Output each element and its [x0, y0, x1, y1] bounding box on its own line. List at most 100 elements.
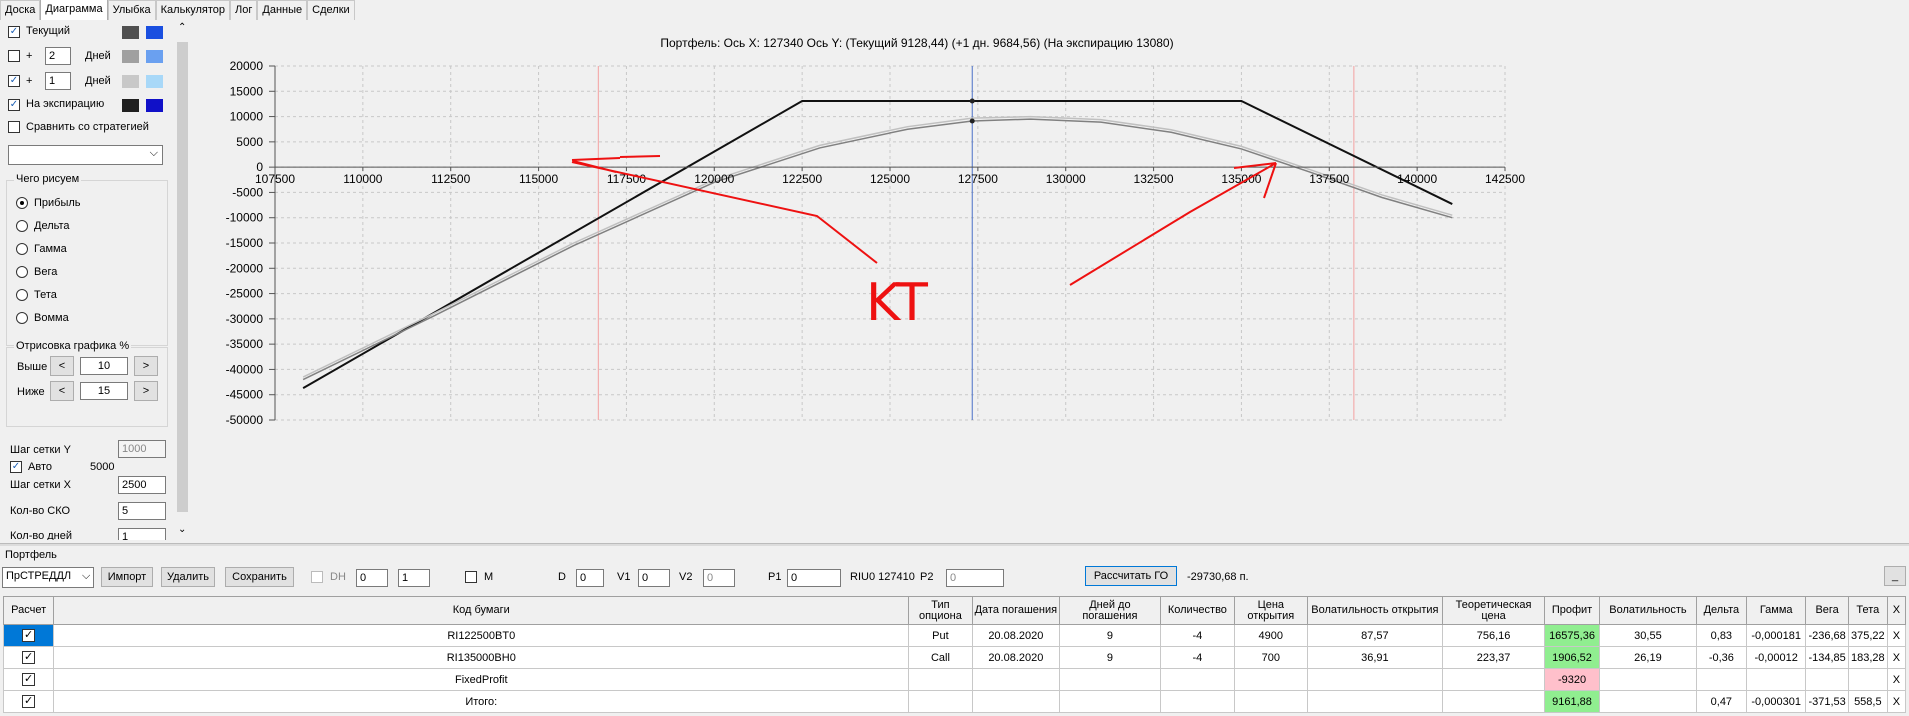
expiry-color-b[interactable]	[146, 99, 163, 112]
calc-checkbox[interactable]: ✓	[22, 629, 36, 642]
column-header[interactable]: Дата погашения	[971, 596, 1061, 625]
column-header[interactable]: Волатильность	[1599, 596, 1697, 625]
table-cell	[1306, 690, 1444, 713]
tab-diagram[interactable]: Диаграмма	[40, 0, 108, 21]
calc-checkbox-cell[interactable]: ✓	[2, 690, 55, 713]
dh-input-1[interactable]: 0	[356, 569, 388, 587]
above-decrease-button[interactable]: <	[50, 356, 74, 376]
dh-checkbox[interactable]	[311, 571, 323, 583]
calculate-go-button[interactable]: Рассчитать ГО	[1085, 566, 1177, 586]
tab-data[interactable]: Данные	[257, 0, 308, 20]
splitter[interactable]	[0, 543, 1909, 546]
column-header[interactable]: Цена открытия	[1234, 596, 1308, 625]
column-header[interactable]: Вега	[1805, 596, 1849, 625]
radio-delta[interactable]	[16, 220, 28, 232]
dh-input-2[interactable]: 1	[398, 569, 430, 587]
portfolio-select[interactable]: ПрСТРЕДДЛ	[2, 567, 94, 588]
column-header[interactable]: Дней до погашения	[1059, 596, 1161, 625]
column-header[interactable]: Количество	[1159, 596, 1236, 625]
calc-checkbox[interactable]: ✓	[22, 651, 36, 664]
expiry-checkbox[interactable]: ✓	[8, 99, 20, 111]
p1-input[interactable]: 0	[787, 569, 841, 587]
import-button[interactable]: Импорт	[101, 567, 153, 587]
column-header[interactable]: Тип опциона	[908, 596, 973, 625]
sko-input[interactable]: 5	[118, 502, 166, 520]
tab-log[interactable]: Лог	[230, 0, 258, 20]
column-header[interactable]: Расчет	[2, 596, 55, 625]
remove-row-button[interactable]: X	[1886, 690, 1907, 713]
profit-chart[interactable]: Портфель: Ось X: 127340 Ось Y: (Текущий …	[190, 20, 1909, 542]
scrollbar-thumb[interactable]	[177, 42, 188, 512]
column-header[interactable]: X	[1886, 596, 1907, 625]
current-color-a[interactable]	[122, 26, 139, 39]
tab-deals[interactable]: Сделки	[307, 0, 355, 20]
strategy-select[interactable]: ⌵	[8, 145, 163, 165]
days1-color-a[interactable]	[122, 75, 139, 88]
calc-checkbox-cell[interactable]: ✓	[2, 646, 55, 669]
minimize-button[interactable]: _	[1884, 566, 1906, 586]
p1-label: P1	[768, 571, 782, 583]
expiry-color-a[interactable]	[122, 99, 139, 112]
m-checkbox[interactable]	[465, 571, 477, 583]
days1-checkbox[interactable]: ✓	[8, 75, 20, 87]
clipped-row: Кол-во дней 1	[0, 528, 175, 540]
calc-checkbox-cell[interactable]: ✓	[2, 624, 55, 647]
days1-color-b[interactable]	[146, 75, 163, 88]
grid-x-input[interactable]: 2500	[118, 476, 166, 494]
remove-row-button[interactable]: X	[1886, 624, 1907, 647]
days-count-input[interactable]: 1	[118, 528, 166, 540]
below-input[interactable]: 15	[80, 382, 128, 400]
chart-area: Портфель: Ось X: 127340 Ось Y: (Текущий …	[190, 20, 1909, 542]
table-row[interactable]: ✓ Итого: 9161,88 0,47 -0,000301 -371,53 558,5 X	[2, 690, 1907, 713]
column-header[interactable]: Гамма	[1745, 596, 1807, 625]
calc-checkbox[interactable]: ✓	[22, 695, 36, 708]
tab-board[interactable]: Доска	[0, 0, 41, 20]
radio-profit[interactable]	[16, 197, 28, 209]
current-color-b[interactable]	[146, 26, 163, 39]
column-header[interactable]: Код бумаги	[53, 596, 910, 625]
v2-input[interactable]: 0	[703, 569, 735, 587]
days1-input[interactable]: 1	[45, 72, 71, 90]
radio-theta[interactable]	[16, 289, 28, 301]
auto-checkbox[interactable]: ✓	[10, 461, 22, 473]
p2-input[interactable]: 0	[946, 569, 1004, 587]
table-cell: 0,83	[1695, 624, 1748, 647]
column-header[interactable]: Волатильность открытия	[1306, 596, 1444, 625]
table-row[interactable]: ✓ FixedProfit -9320 X	[2, 668, 1907, 691]
scroll-up-icon[interactable]: ⌃	[178, 22, 186, 33]
below-increase-button[interactable]: >	[134, 381, 158, 401]
remove-row-button[interactable]: X	[1886, 668, 1907, 691]
delete-button[interactable]: Удалить	[161, 567, 215, 587]
save-button[interactable]: Сохранить	[225, 567, 294, 587]
compare-label: Сравнить со стратегией	[26, 121, 149, 133]
column-header[interactable]: Тета	[1847, 596, 1888, 625]
scroll-down-icon[interactable]: ⌄	[178, 524, 186, 535]
column-header[interactable]: Профит	[1543, 596, 1601, 625]
radio-gamma[interactable]	[16, 243, 28, 255]
above-input[interactable]: 10	[80, 357, 128, 375]
days2-color-a[interactable]	[122, 50, 139, 63]
calc-checkbox-cell[interactable]: ✓	[2, 668, 55, 691]
current-checkbox[interactable]: ✓	[8, 26, 20, 38]
below-decrease-button[interactable]: <	[50, 381, 74, 401]
v1-input[interactable]: 0	[638, 569, 670, 587]
tab-calculator[interactable]: Калькулятор	[155, 0, 231, 20]
remove-row-button[interactable]: X	[1886, 646, 1907, 669]
left-scrollbar[interactable]: ⌃ ⌄	[175, 20, 190, 540]
compare-checkbox[interactable]	[8, 121, 20, 133]
radio-vega[interactable]	[16, 266, 28, 278]
d-input[interactable]: 0	[576, 569, 604, 587]
days2-color-b[interactable]	[146, 50, 163, 63]
table-row[interactable]: ✓ RI135000BH0 Call 20.08.2020 9 -4 700 36,91 223…	[2, 646, 1907, 669]
column-header[interactable]: Дельта	[1695, 596, 1748, 625]
table-row[interactable]: ✓ RI122500BT0 Put 20.08.2020 9 -4 4900 87,57 756…	[2, 624, 1907, 647]
calc-checkbox[interactable]: ✓	[22, 673, 36, 686]
above-increase-button[interactable]: >	[134, 356, 158, 376]
days2-checkbox[interactable]	[8, 50, 20, 62]
radio-vomma[interactable]	[16, 312, 28, 324]
column-header[interactable]: Теоретическая цена	[1442, 596, 1545, 625]
days2-input[interactable]: 2	[45, 47, 71, 65]
tab-smile[interactable]: Улыбка	[107, 0, 156, 20]
grid-y-input[interactable]: 1000	[118, 440, 166, 458]
chart-title: Портфель: Ось X: 127340 Ось Y: (Текущий …	[660, 36, 1173, 50]
